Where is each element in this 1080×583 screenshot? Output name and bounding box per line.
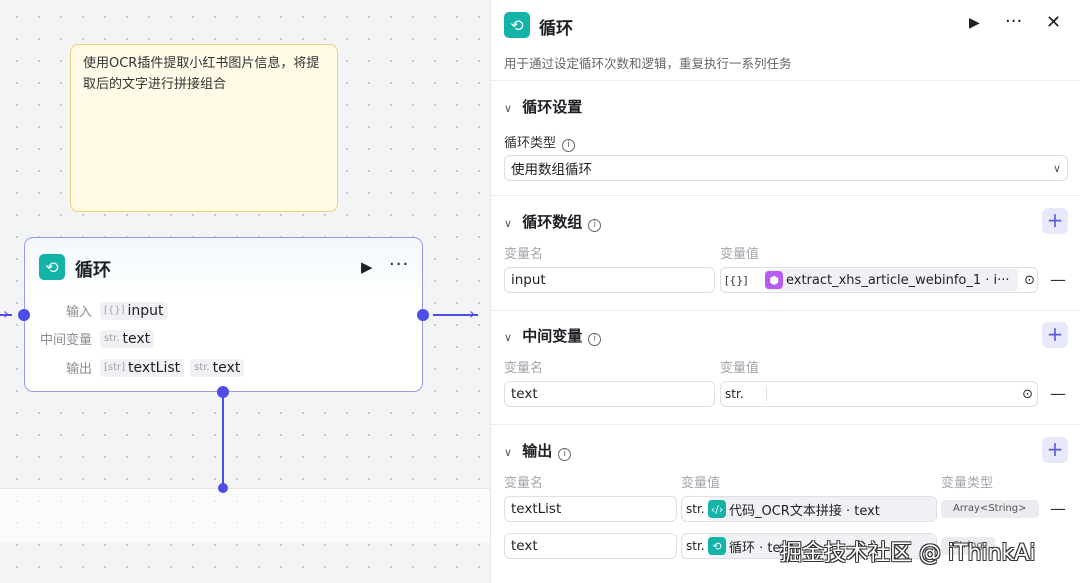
- watermark: 掘金技术社区 @ iThinkAi: [780, 541, 1036, 566]
- close-icon[interactable]: ✕: [1046, 12, 1061, 33]
- variable-name-input[interactable]: text: [504, 381, 715, 407]
- code-icon: ‹/›: [708, 500, 726, 518]
- variable-picker-icon[interactable]: ⊙: [1024, 273, 1035, 288]
- var-tag: str. text: [100, 329, 155, 348]
- info-icon: i: [558, 448, 572, 461]
- remove-button[interactable]: —: [1050, 270, 1066, 289]
- col-label: 变量值: [720, 361, 760, 376]
- variable-picker-icon[interactable]: ⊙: [1022, 387, 1033, 402]
- remove-button[interactable]: —: [1050, 384, 1066, 403]
- loop-icon: ⟲: [504, 12, 530, 38]
- node-title: 循环: [75, 260, 111, 281]
- row-label: 输入: [65, 305, 92, 320]
- loop-icon: ⟲: [708, 537, 726, 555]
- more-icon[interactable]: ···: [1005, 11, 1022, 32]
- loop-node[interactable]: ⟲ 循环 ▶ ··· 输入 [{}] input 中间变量 str. text 输出 [s…: [24, 237, 423, 392]
- panel-description: 用于通过设定循环次数和逻辑，重复执行一系列任务: [504, 56, 792, 71]
- output-name-input[interactable]: textList: [504, 496, 677, 522]
- section-loop-settings[interactable]: ∨ 循环设置: [504, 96, 582, 117]
- col-label: 变量名: [504, 476, 544, 491]
- remove-button[interactable]: —: [1050, 499, 1066, 518]
- add-loop-array-button[interactable]: +: [1042, 208, 1068, 234]
- chevron-down-icon: ∨: [1052, 161, 1061, 175]
- output-value-input[interactable]: str. ‹/› 代码_OCR文本拼接 · text: [681, 496, 937, 522]
- var-tag: str. text: [190, 358, 245, 377]
- info-icon[interactable]: i: [562, 139, 576, 152]
- info-icon: i: [588, 333, 602, 346]
- type-select[interactable]: [{}]: [725, 274, 765, 287]
- row-label: 输出: [65, 362, 92, 377]
- port-input[interactable]: [18, 309, 30, 321]
- arrow-icon: ›: [469, 304, 476, 323]
- section-loop-array[interactable]: ∨ 循环数组 i: [504, 211, 602, 232]
- row-label: 中间变量: [39, 333, 92, 348]
- var-tag: [str] textList: [100, 358, 185, 377]
- canvas-band: [0, 488, 490, 542]
- port-loop-body[interactable]: [217, 386, 229, 398]
- section-intermediate[interactable]: ∨ 中间变量 i: [504, 325, 602, 346]
- port-output[interactable]: [417, 309, 429, 321]
- variable-type-badge: Array<String>: [941, 500, 1039, 518]
- variable-value-input[interactable]: str. ⊙: [720, 381, 1038, 407]
- note-text: 使用OCR插件提取小红书图片信息，将提取后的文字进行拼接组合: [83, 56, 320, 92]
- loop-icon: ⟲: [39, 254, 65, 280]
- panel-title: 循环: [539, 19, 573, 39]
- plugin-icon: ⬢: [765, 271, 783, 289]
- section-output[interactable]: ∨ 输出 i: [504, 440, 572, 461]
- run-icon[interactable]: ▶: [969, 15, 980, 31]
- play-icon[interactable]: ▶: [361, 258, 373, 276]
- more-icon[interactable]: ···: [389, 254, 409, 275]
- col-label: 变量值: [720, 247, 760, 262]
- loop-type-select[interactable]: 使用数组循环 ∨: [504, 155, 1068, 181]
- loop-type-label: 循环类型: [504, 136, 557, 151]
- col-label: 变量名: [504, 361, 544, 376]
- info-icon: i: [588, 219, 602, 232]
- type-select[interactable]: str.: [725, 387, 767, 401]
- comment-note[interactable]: 使用OCR插件提取小红书图片信息，将提取后的文字进行拼接组合: [70, 44, 338, 212]
- col-label: 变量值: [681, 476, 721, 491]
- col-label: 变量名: [504, 247, 544, 262]
- variable-name-input[interactable]: input: [504, 267, 715, 293]
- col-label: 变量类型: [941, 476, 994, 491]
- var-tag: [{}] input: [100, 301, 168, 320]
- output-name-input[interactable]: text: [504, 533, 677, 559]
- add-intermediate-button[interactable]: +: [1042, 322, 1068, 348]
- port-bottom-end[interactable]: [218, 483, 228, 493]
- node-settings-panel: ⟲ 循环 ▶ ··· ✕ 用于通过设定循环次数和逻辑，重复执行一系列任务 ∨ 循…: [490, 0, 1080, 583]
- edge-down: [222, 392, 224, 488]
- variable-value-input[interactable]: [{}] ⬢ extract_xhs_article_webinfo_1 · i·…: [720, 267, 1038, 293]
- arrow-icon: ›: [3, 304, 10, 323]
- add-output-button[interactable]: +: [1042, 437, 1068, 463]
